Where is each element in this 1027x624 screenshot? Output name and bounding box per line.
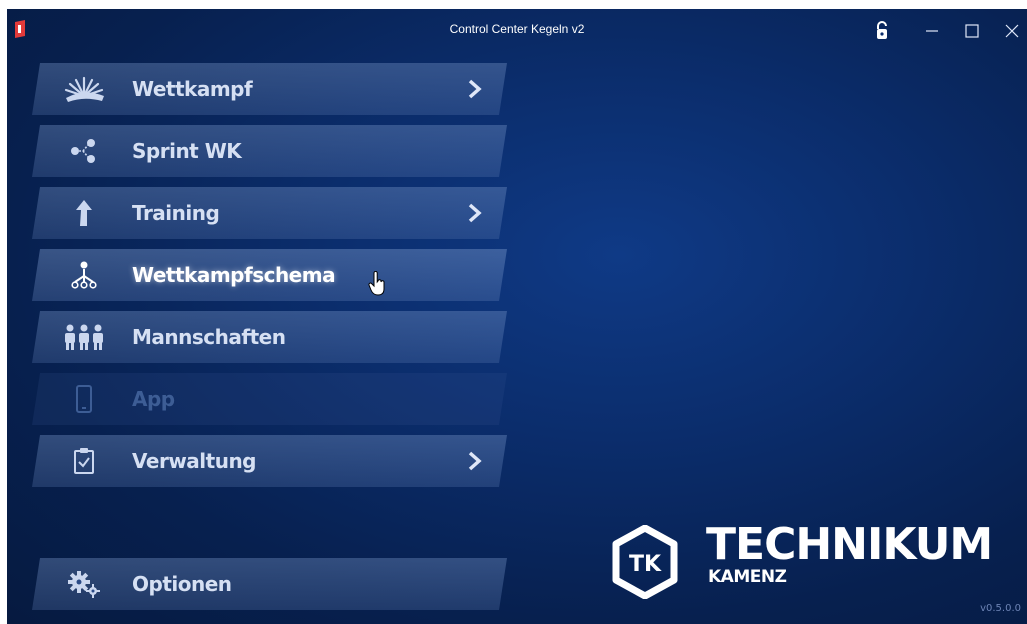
menu-item-label: Verwaltung bbox=[132, 449, 257, 473]
technikum-logo: TK TECHNIKUM KAMENZ bbox=[610, 519, 993, 605]
minimize-icon[interactable] bbox=[917, 17, 947, 45]
lock-open-icon[interactable] bbox=[867, 17, 897, 45]
arrow-up-icon bbox=[54, 187, 114, 239]
menu-item-training[interactable]: Training bbox=[32, 187, 507, 239]
chevron-right-icon bbox=[468, 203, 482, 223]
team-icon bbox=[54, 311, 114, 363]
clipboard-check-icon bbox=[54, 435, 114, 487]
menu-item-mannschaften[interactable]: Mannschaften bbox=[32, 311, 507, 363]
menu-item-label: Mannschaften bbox=[132, 325, 286, 349]
app-window: Control Center Kegeln v2 Wettkampf Sprin… bbox=[7, 9, 1027, 624]
menu-item-label: Training bbox=[132, 201, 220, 225]
menu-item-wettkampf[interactable]: Wettkampf bbox=[32, 63, 507, 115]
menu-item-optionen[interactable]: Optionen bbox=[32, 558, 507, 610]
menu-item-label: Sprint WK bbox=[132, 139, 242, 163]
gears-icon bbox=[54, 558, 114, 610]
title-bar: Control Center Kegeln v2 bbox=[7, 9, 1027, 51]
chevron-right-icon bbox=[468, 451, 482, 471]
hand-cursor-icon bbox=[368, 271, 385, 296]
logo-subname: KAMENZ bbox=[708, 567, 787, 587]
menu-item-label: Wettkampf bbox=[132, 77, 253, 101]
menu-item-label: Optionen bbox=[132, 572, 232, 596]
logo-badge: TK bbox=[629, 552, 662, 577]
fan-icon bbox=[54, 63, 114, 115]
tk-badge-icon: TK bbox=[612, 525, 678, 599]
version-label: v0.5.0.0 bbox=[980, 603, 1021, 614]
menu-item-label: Wettkampfschema bbox=[132, 263, 336, 287]
chevron-right-icon bbox=[468, 79, 482, 99]
menu-item-label: App bbox=[132, 387, 175, 411]
menu-item-sprint-wk[interactable]: Sprint WK bbox=[32, 125, 507, 177]
menu-item-app: App bbox=[32, 373, 507, 425]
menu-item-wettkampfschema[interactable]: Wettkampfschema bbox=[32, 249, 507, 301]
share-icon bbox=[54, 125, 114, 177]
hierarchy-icon bbox=[54, 249, 114, 301]
phone-icon bbox=[54, 373, 114, 425]
maximize-icon[interactable] bbox=[957, 17, 987, 45]
close-icon[interactable] bbox=[997, 17, 1027, 45]
menu-item-verwaltung[interactable]: Verwaltung bbox=[32, 435, 507, 487]
logo-name: TECHNIKUM bbox=[706, 519, 993, 570]
